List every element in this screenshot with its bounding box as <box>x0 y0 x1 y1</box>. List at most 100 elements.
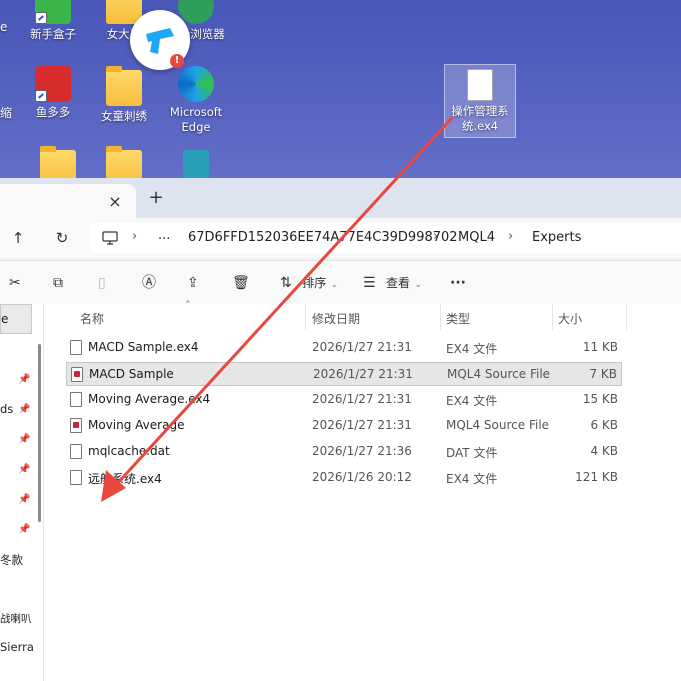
file-size: 7 KB <box>589 367 617 381</box>
content-pane: e 📌 ds 📌 📌 📌 📌 📌 冬款 战喇叭 Sierra ⌃ 名称 修改日期… <box>0 300 681 681</box>
desktop-icon-label: Microsoft Edge <box>169 105 223 134</box>
column-divider[interactable] <box>440 304 441 330</box>
file-type: MQL4 Source File <box>447 367 551 381</box>
file-date: 2026/1/27 21:31 <box>312 340 412 354</box>
file-date: 2026/1/27 21:31 <box>313 367 413 381</box>
column-header-type[interactable]: 类型 <box>446 310 470 327</box>
nav-scrollbar[interactable] <box>38 344 41 522</box>
file-row[interactable]: MACD Sample.ex4 2026/1/27 21:31 EX4 文件 1… <box>66 336 622 360</box>
more-options-icon[interactable]: ··· <box>450 273 466 293</box>
file-row[interactable]: Moving Average.ex4 2026/1/27 21:31 EX4 文… <box>66 388 622 412</box>
sort-button[interactable]: ⇅ 排序 ⌄ <box>280 273 338 293</box>
refresh-icon[interactable]: ↻ <box>52 228 72 248</box>
chevron-up-icon: ⌃ <box>184 300 192 310</box>
app-floating-icon[interactable]: ! <box>130 10 190 70</box>
pin-icon[interactable]: 📌 <box>18 494 30 505</box>
close-icon[interactable]: × <box>106 193 124 211</box>
file-icon <box>70 392 82 407</box>
pin-icon[interactable]: 📌 <box>18 524 30 535</box>
cut-icon[interactable]: ✂ <box>9 273 21 293</box>
nav-item-label: e <box>1 312 9 326</box>
file-date: 2026/1/27 21:36 <box>312 444 412 458</box>
pin-icon[interactable]: 📌 <box>18 434 30 445</box>
file-icon <box>70 340 82 355</box>
column-divider[interactable] <box>305 304 306 330</box>
paste-icon[interactable]: ▯ <box>98 273 106 293</box>
new-tab-button[interactable]: + <box>146 188 166 208</box>
up-arrow-icon[interactable]: ↑ <box>8 228 28 248</box>
pin-icon[interactable]: 📌 <box>18 464 30 475</box>
file-icon <box>467 69 493 101</box>
breadcrumb-item[interactable]: 67D6FFD152036EE74A77E4C39D998702 <box>188 230 458 245</box>
nav-item-label[interactable]: 战喇叭 <box>0 611 32 626</box>
file-name: MACD Sample.ex4 <box>88 340 199 354</box>
address-bar: ↑ ↻ › ... 67D6FFD152036EE74A77E4C39D9987… <box>0 218 681 258</box>
file-type: EX4 文件 <box>446 394 498 408</box>
column-header-size[interactable]: 大小 <box>558 310 582 327</box>
nav-item-selected[interactable]: e <box>0 304 32 334</box>
file-icon <box>70 444 82 459</box>
desktop-edge-label-2: 缩 <box>0 106 13 120</box>
chevron-down-icon: ⌄ <box>414 280 423 290</box>
file-name: MACD Sample <box>89 367 174 381</box>
view-icon: ☰ <box>363 275 376 291</box>
chevron-right-icon: › <box>508 229 514 244</box>
nav-item-label[interactable]: ds <box>0 402 13 416</box>
desktop-icon-folder[interactable]: 女童刺绣 <box>88 66 160 124</box>
tab-current[interactable]: × <box>0 184 136 218</box>
source-file-icon <box>71 367 83 382</box>
file-type: EX4 文件 <box>446 472 498 486</box>
file-icon <box>70 470 82 485</box>
shortcut-icon <box>35 12 47 24</box>
breadcrumb-more[interactable]: ... <box>158 228 170 243</box>
file-row-selected[interactable]: MACD Sample 2026/1/27 21:31 MQL4 Source … <box>66 362 622 386</box>
view-button[interactable]: ☰ 查看 ⌄ <box>363 273 422 293</box>
column-header-name[interactable]: 名称 <box>80 310 104 327</box>
chevron-down-icon: ⌄ <box>330 280 339 290</box>
desktop-icon-edge[interactable]: Microsoft Edge <box>160 66 232 135</box>
address-box[interactable]: › ... 67D6FFD152036EE74A77E4C39D998702 ›… <box>90 223 681 253</box>
desktop-icon-app[interactable]: 鱼多多 <box>17 66 89 120</box>
delete-icon[interactable]: 🗑 <box>232 273 250 293</box>
file-row[interactable]: Moving Average 2026/1/27 21:31 MQL4 Sour… <box>66 414 622 438</box>
tab-bar: × + <box>0 178 681 218</box>
breadcrumb-item[interactable]: Experts <box>532 230 581 245</box>
file-date: 2026/1/27 21:31 <box>312 418 412 432</box>
nav-item-label[interactable]: Sierra <box>0 640 34 654</box>
desktop-edge-label: e <box>0 20 8 34</box>
command-bar: ✂ ⧉ ▯ Ⓐ ⇪ 🗑 ⇅ 排序 ⌄ ☰ 查看 ⌄ ··· <box>0 260 681 304</box>
desktop-icon-label: 鱼多多 <box>35 105 71 119</box>
file-list: ⌃ 名称 修改日期 类型 大小 MACD Sample.ex4 2026/1/2… <box>44 300 681 681</box>
app-icon <box>35 0 71 24</box>
copy-icon[interactable]: ⧉ <box>53 273 63 293</box>
column-header-date[interactable]: 修改日期 <box>312 310 360 327</box>
breadcrumb-item[interactable]: MQL4 <box>458 230 495 245</box>
pin-icon[interactable]: 📌 <box>18 404 30 415</box>
file-size: 11 KB <box>582 340 618 354</box>
file-row[interactable]: mqlcache.dat 2026/1/27 21:36 DAT 文件 4 KB <box>66 440 622 464</box>
file-name: Moving Average.ex4 <box>88 392 211 406</box>
share-icon[interactable]: ⇪ <box>187 273 199 293</box>
column-divider[interactable] <box>552 304 553 330</box>
file-date: 2026/1/26 20:12 <box>312 470 412 484</box>
source-file-icon <box>70 418 82 433</box>
desktop-icon-box[interactable]: 新手盒子 <box>17 0 89 42</box>
file-size: 121 KB <box>575 470 618 484</box>
file-row[interactable]: 远航系统.ex4 2026/1/26 20:12 EX4 文件 121 KB <box>66 466 622 490</box>
view-label: 查看 <box>386 276 411 290</box>
rename-icon[interactable]: Ⓐ <box>142 273 156 293</box>
file-explorer-window: × + ↑ ↻ › ... 67D6FFD152036EE74A77E4C39D… <box>0 178 681 681</box>
file-name: Moving Average <box>88 418 185 432</box>
column-divider[interactable] <box>626 304 627 330</box>
nav-item-label[interactable]: 冬款 <box>0 552 23 568</box>
folder-icon <box>106 66 142 106</box>
shortcut-icon <box>35 90 47 102</box>
pin-icon[interactable]: 📌 <box>18 374 30 385</box>
desktop-icon-selected-file[interactable]: 操作管理系统.ex4 <box>444 64 516 138</box>
chevron-right-icon: › <box>132 229 138 244</box>
file-type: DAT 文件 <box>446 446 498 460</box>
file-date: 2026/1/27 21:31 <box>312 392 412 406</box>
navigation-pane: e 📌 ds 📌 📌 📌 📌 📌 冬款 战喇叭 Sierra <box>0 304 44 681</box>
file-name: mqlcache.dat <box>88 444 170 458</box>
file-size: 4 KB <box>590 444 618 458</box>
